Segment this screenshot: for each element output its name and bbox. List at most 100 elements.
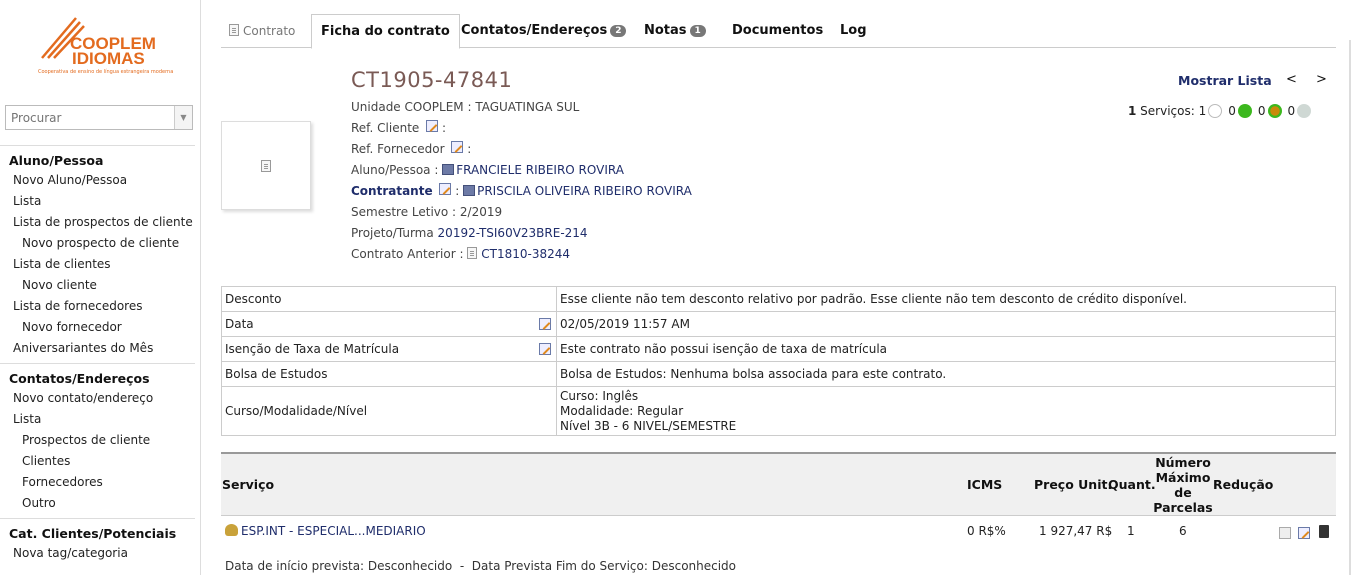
service-icon xyxy=(225,524,238,536)
detail-label: Bolsa de Estudos xyxy=(221,361,557,387)
sidebar-section-title[interactable]: Cat. Clientes/Potenciais xyxy=(0,524,195,543)
table-row: Bolsa de Estudos Bolsa de Estudos: Nenhu… xyxy=(221,361,1336,387)
sidebar-item[interactable]: Fornecedores xyxy=(0,472,195,493)
table-row: Desconto Esse cliente não tem desconto r… xyxy=(221,286,1336,312)
col-parcelas: Número Máximo de Parcelas xyxy=(1153,455,1213,515)
table-row: Isenção de Taxa de Matrícula Este contra… xyxy=(221,336,1336,362)
sidebar-section-title[interactable]: Aluno/Pessoa xyxy=(0,151,195,170)
logo-tagline: Cooperativa de ensino de língua estrange… xyxy=(38,69,174,75)
detail-label: Curso/Modalidade/Nível xyxy=(221,386,557,436)
col-reducao: Redução xyxy=(1213,477,1274,492)
count-badge: 2 xyxy=(610,25,627,37)
detail-value: Curso: Inglês Modalidade: Regular Nível … xyxy=(556,386,1336,436)
projeto-row: Projeto/Turma 20192-TSI60V23BRE-214 xyxy=(351,226,588,240)
clone-icon[interactable] xyxy=(1279,527,1291,542)
person-icon xyxy=(442,164,455,175)
col-icms: ICMS xyxy=(967,477,1003,492)
tab-documentos[interactable]: Documentos xyxy=(732,14,823,48)
edit-icon[interactable] xyxy=(1298,527,1310,542)
contract-info: Unidade COOPLEM : TAGUATINGA SUL Ref. Cl… xyxy=(351,97,951,265)
tab-contrato[interactable]: Contrato xyxy=(229,14,295,48)
table-row: Data 02/05/2019 11:57 AM xyxy=(221,311,1336,337)
sidebar-item[interactable]: Lista xyxy=(0,191,195,212)
sidebar-item[interactable]: Novo fornecedor xyxy=(0,317,195,338)
image-placeholder-icon xyxy=(261,159,271,172)
sidebar-item[interactable]: Lista de clientes xyxy=(0,254,195,275)
tab-ficha-do-contrato[interactable]: Ficha do contrato xyxy=(311,14,460,49)
contrato-anterior-link[interactable]: CT1810-38244 xyxy=(481,247,570,261)
preco-cell: 1 927,47 R$ xyxy=(1039,524,1113,538)
sidebar-section: Aluno/Pessoa Novo Aluno/Pessoa Lista Lista … xyxy=(0,145,195,359)
status-partial-icon xyxy=(1267,104,1282,118)
services-table-header: Serviço ICMS Preço Unit. Quant. Número M… xyxy=(221,452,1336,516)
edit-icon[interactable] xyxy=(539,343,551,355)
ref-fornecedor-row: Ref. Fornecedor : xyxy=(351,141,472,156)
edit-icon[interactable] xyxy=(451,141,464,153)
tab-log[interactable]: Log xyxy=(840,14,867,48)
trash-icon[interactable] xyxy=(1319,525,1329,541)
detail-value: Este contrato não possui isenção de taxa… xyxy=(556,336,1336,362)
col-servico: Serviço xyxy=(222,477,275,492)
sidebar-item[interactable]: Novo Aluno/Pessoa xyxy=(0,170,195,191)
search-box[interactable]: ▼ xyxy=(5,105,193,130)
document-icon xyxy=(229,24,239,36)
parcelas-cell: 6 xyxy=(1179,524,1187,538)
sidebar-item[interactable]: Novo contato/endereço xyxy=(0,388,195,409)
detail-label: Isenção de Taxa de Matrícula xyxy=(221,336,557,362)
detail-value: Esse cliente não tem desconto relativo p… xyxy=(556,286,1336,312)
document-icon xyxy=(467,247,478,259)
service-link[interactable]: ESP.INT - ESPECIAL...MEDIARIO xyxy=(241,524,426,538)
logo-text: COOPLEM IDIOMAS xyxy=(70,34,156,68)
chevron-down-icon[interactable]: ▼ xyxy=(174,106,192,129)
col-preco: Preço Unit. xyxy=(1034,477,1113,492)
ref-cliente-row: Ref. Cliente : xyxy=(351,120,446,135)
detail-label: Desconto xyxy=(221,286,557,312)
edit-icon[interactable] xyxy=(439,183,452,195)
projeto-link[interactable]: 20192-TSI60V23BRE-214 xyxy=(438,226,588,240)
sidebar-item[interactable]: Lista xyxy=(0,409,195,430)
sidebar-item[interactable]: Prospectos de cliente xyxy=(0,430,195,451)
edit-icon[interactable] xyxy=(539,318,551,330)
next-button[interactable]: > xyxy=(1316,72,1327,87)
sidebar-item[interactable]: Novo prospecto de cliente xyxy=(0,233,195,254)
sidebar-item[interactable]: Outro xyxy=(0,493,195,514)
detail-value: Bolsa de Estudos: Nenhuma bolsa associad… xyxy=(556,361,1336,387)
services-status: 1 Serviços: 1 0 0 0 xyxy=(1128,104,1317,118)
tab-notas[interactable]: Notas 1 xyxy=(644,14,706,48)
sidebar-section-title[interactable]: Contatos/Endereços xyxy=(0,369,195,388)
tab-bar: Contrato Ficha do contrato Contatos/Ende… xyxy=(221,14,1336,49)
service-cell: ESP.INT - ESPECIAL...MEDIARIO xyxy=(225,524,426,538)
unidade-row: Unidade COOPLEM : TAGUATINGA SUL xyxy=(351,100,580,114)
sidebar-section: Contatos/Endereços Novo contato/endereço L… xyxy=(0,363,195,514)
sidebar-section: Cat. Clientes/Potenciais Nova tag/categor… xyxy=(0,518,195,564)
col-quant: Quant. xyxy=(1108,477,1156,492)
count-badge: 1 xyxy=(689,25,706,37)
sidebar-item[interactable]: Lista de fornecedores xyxy=(0,296,195,317)
contratante-row: Contratante : PRISCILA OLIVEIRA RIBEIRO … xyxy=(351,183,692,198)
sidebar-item[interactable]: Novo cliente xyxy=(0,275,195,296)
status-draft-icon xyxy=(1208,104,1223,118)
cooplem-logo[interactable]: COOPLEM IDIOMAS Cooperativa de ensino de… xyxy=(36,14,173,80)
previous-button[interactable]: < xyxy=(1286,72,1297,87)
mostrar-lista-link[interactable]: Mostrar Lista xyxy=(1178,73,1272,88)
tab-contatos-enderecos[interactable]: Contatos/Endereços 2 xyxy=(461,14,627,48)
sidebar-item[interactable]: Clientes xyxy=(0,451,195,472)
person-icon xyxy=(463,185,476,196)
contract-number: CT1905-47841 xyxy=(351,68,513,92)
contratante-link[interactable]: PRISCILA OLIVEIRA RIBEIRO ROVIRA xyxy=(477,184,692,198)
aluno-row: Aluno/Pessoa : FRANCIELE RIBEIRO ROVIRA xyxy=(351,163,624,177)
aluno-link[interactable]: FRANCIELE RIBEIRO ROVIRA xyxy=(456,163,624,177)
edit-icon[interactable] xyxy=(426,120,439,132)
quant-cell: 1 xyxy=(1127,524,1135,538)
sidebar-item[interactable]: Nova tag/categoria xyxy=(0,543,195,564)
icms-cell: 0 R$% xyxy=(967,524,1006,538)
semestre-row: Semestre Letivo : 2/2019 xyxy=(351,205,503,219)
sidebar-item[interactable]: Aniversariantes do Mês xyxy=(0,338,195,359)
photo-placeholder[interactable] xyxy=(221,121,311,210)
search-input[interactable] xyxy=(6,106,171,129)
sidebar-item[interactable]: Lista de prospectos de cliente xyxy=(0,212,195,233)
sidebar-menu: Aluno/Pessoa Novo Aluno/Pessoa Lista Lista … xyxy=(0,145,195,568)
detail-value: 02/05/2019 11:57 AM xyxy=(556,311,1336,337)
sidebar: COOPLEM IDIOMAS Cooperativa de ensino de… xyxy=(0,0,195,575)
contrato-anterior-row: Contrato Anterior : CT1810-38244 xyxy=(351,247,571,261)
